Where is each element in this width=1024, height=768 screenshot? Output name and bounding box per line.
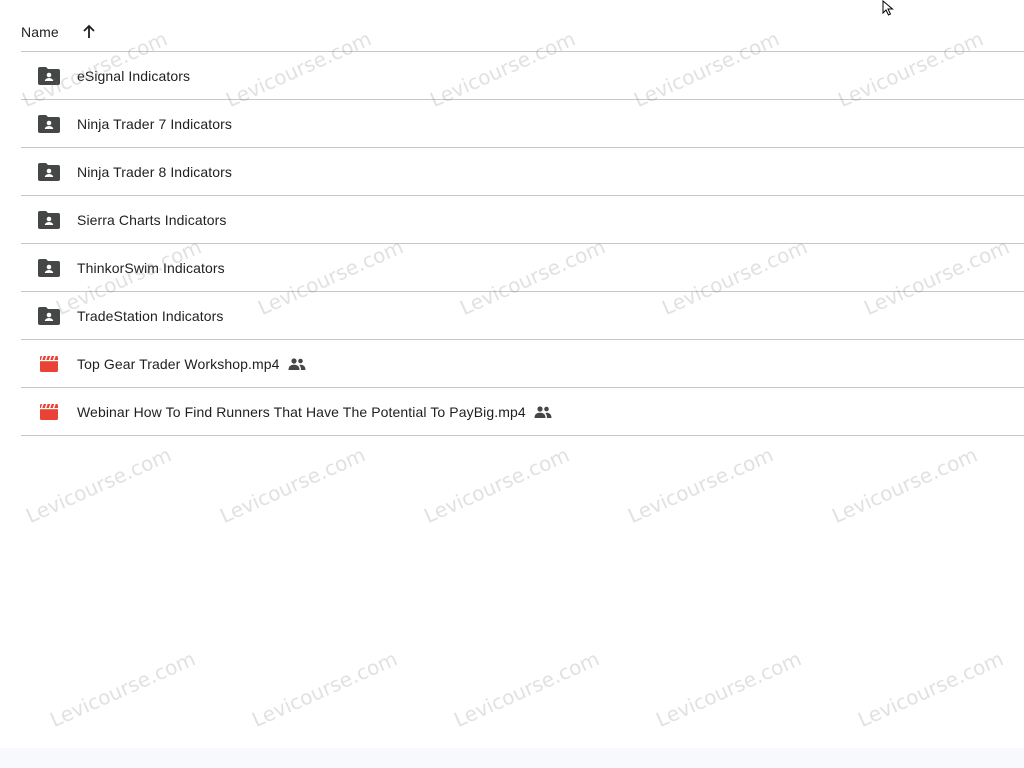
watermark: Levicourse.com [22,442,175,528]
list-item[interactable]: TradeStation Indicators [21,292,1024,340]
watermark: Levicourse.com [248,646,401,732]
video-file-icon [37,400,61,424]
watermark: Levicourse.com [450,646,603,732]
mouse-cursor-icon [882,0,894,16]
list-item[interactable]: Webinar How To Find Runners That Have Th… [21,388,1024,436]
watermark: Levicourse.com [854,646,1007,732]
list-item[interactable]: ThinkorSwim Indicators [21,244,1024,292]
item-name: ThinkorSwim Indicators [77,259,225,276]
item-name: eSignal Indicators [77,67,191,84]
item-name: Top Gear Trader Workshop.mp4 [77,355,280,372]
bottom-bar [0,748,1024,768]
item-name: Ninja Trader 8 Indicators [77,163,233,180]
watermark: Levicourse.com [828,442,981,528]
shared-folder-icon [37,208,61,232]
watermark: Levicourse.com [420,442,573,528]
shared-folder-icon [37,64,61,88]
shared-folder-icon [37,112,61,136]
watermark: Levicourse.com [624,442,777,528]
shared-people-icon [288,355,306,373]
shared-folder-icon [37,160,61,184]
name-column-header[interactable]: Name [21,24,59,40]
watermark: Levicourse.com [46,646,199,732]
shared-folder-icon [37,256,61,280]
list-item[interactable]: Top Gear Trader Workshop.mp4 [21,340,1024,388]
shared-folder-icon [37,304,61,328]
list-item[interactable]: Ninja Trader 7 Indicators [21,100,1024,148]
watermark: Levicourse.com [216,442,369,528]
item-name: Sierra Charts Indicators [77,211,227,228]
list-item[interactable]: Sierra Charts Indicators [21,196,1024,244]
shared-people-icon [534,403,552,421]
item-name: Ninja Trader 7 Indicators [77,115,233,132]
list-item[interactable]: eSignal Indicators [21,52,1024,100]
item-name: Webinar How To Find Runners That Have Th… [77,403,526,420]
item-name: TradeStation Indicators [77,307,224,324]
file-list: Name eSignal Indicators Ninja Trader 7 I… [21,12,1024,436]
list-header: Name [21,12,1024,52]
video-file-icon [37,352,61,376]
sort-ascending-icon[interactable] [77,20,101,44]
watermark: Levicourse.com [652,646,805,732]
list-item[interactable]: Ninja Trader 8 Indicators [21,148,1024,196]
